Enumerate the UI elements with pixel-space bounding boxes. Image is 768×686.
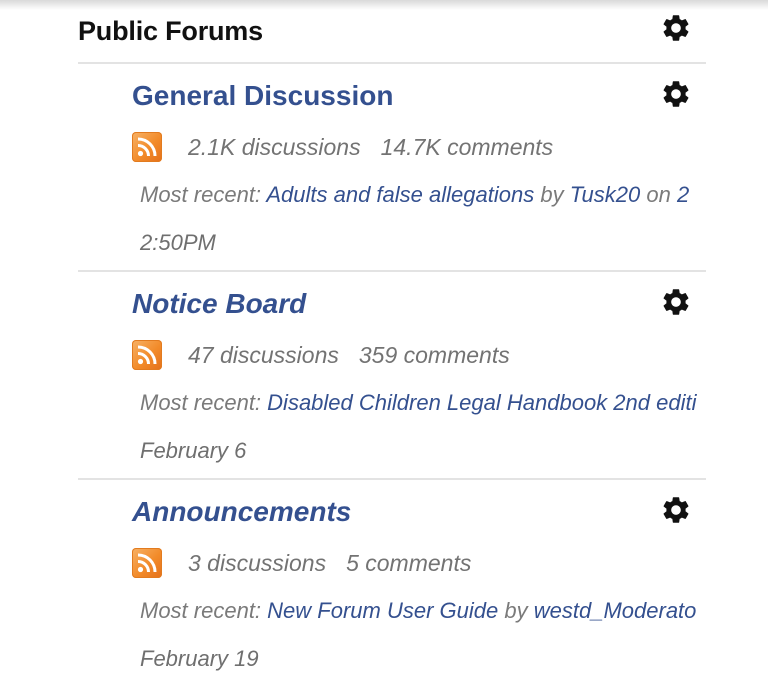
discussion-count: 3 discussions [188,550,327,576]
comment-count: 5 comments [346,550,472,576]
recent-date: February 19 [140,646,259,671]
author-link[interactable]: westd_Moderato [534,598,697,623]
by-label: by [504,598,528,623]
discussion-count: 47 discussions [188,342,339,368]
forum-title-link[interactable]: Notice Board [132,288,306,320]
forum-title-link[interactable]: General Discussion [132,80,393,112]
forums-header: Public Forums [78,12,708,62]
forum-stats: 47 discussions 359 comments [188,342,530,369]
forum-item-general-discussion: General Discussion 2.1K discussions 14.7K… [0,64,768,270]
most-recent-label: Most recent: [140,598,262,623]
comment-count: 14.7K comments [380,134,554,160]
author-link[interactable]: Tusk20 [570,182,641,207]
gear-icon[interactable] [660,78,692,110]
most-recent-line: Most recent: New Forum User Guide by wes… [140,598,710,624]
recent-discussion-link[interactable]: Adults and false allegations [266,182,534,207]
forum-item-notice-board: Notice Board 47 discussions 359 comments … [0,272,768,478]
recent-discussion-link[interactable]: New Forum User Guide [267,598,498,623]
most-recent-line: Most recent: Adults and false allegation… [140,182,710,208]
most-recent-label: Most recent: [140,390,262,415]
gear-icon[interactable] [660,286,692,318]
rss-feed-icon[interactable] [132,548,162,578]
forum-stats: 2.1K discussions 14.7K comments [188,134,573,161]
recent-date: February 6 [140,438,247,463]
comment-count: 359 comments [358,342,510,368]
rss-feed-icon[interactable] [132,340,162,370]
public-forums-page: Public Forums General Discussion 2.1K di… [0,0,768,684]
rss-feed-icon[interactable] [132,132,162,162]
by-label: by [540,182,564,207]
gear-icon[interactable] [660,12,692,44]
discussion-count: 2.1K discussions [188,134,361,160]
most-recent-label: Most recent: [140,182,262,207]
gear-icon[interactable] [660,494,692,526]
forum-item-announcements: Announcements 3 discussions 5 comments Mo… [0,480,768,686]
date-link[interactable]: 2 [677,182,689,207]
on-label: on [646,182,671,207]
recent-discussion-link[interactable]: Disabled Children Legal Handbook 2nd edi… [267,390,696,415]
page-title: Public Forums [78,16,263,46]
recent-date: 2:50PM [140,230,216,255]
most-recent-line: Most recent: Disabled Children Legal Han… [140,390,710,416]
forum-stats: 3 discussions 5 comments [188,550,491,577]
forum-title-link[interactable]: Announcements [132,496,351,528]
